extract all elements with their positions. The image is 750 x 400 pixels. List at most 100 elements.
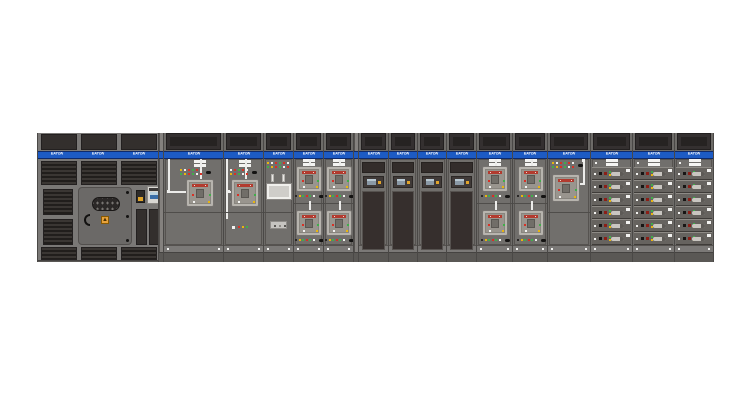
breaker-label-strip: [524, 171, 538, 174]
indicator-led: [333, 230, 335, 232]
mcc-section-1: EATON: [590, 133, 632, 262]
indicator-led: [568, 162, 570, 164]
indicator-led: [539, 224, 541, 226]
unit-reset-square: [688, 237, 691, 240]
unit-dot: [594, 186, 596, 188]
lineup-row: EATONEATONEATON▲EATONEATONEATONEATONEATO…: [37, 133, 715, 262]
label-mark: [304, 216, 305, 217]
switch-pill: [505, 195, 510, 198]
switch-pill: [206, 171, 211, 174]
breaker-substrip: [325, 194, 355, 199]
indicator-led: [287, 166, 289, 168]
rail-dot: [585, 248, 587, 250]
unit-dot: [636, 225, 638, 227]
indicator-led: [309, 239, 311, 241]
acb-breaker: [296, 166, 322, 192]
indicator-led: [267, 166, 269, 168]
indicator-led: [275, 162, 277, 164]
stack-section-1: EATON: [293, 133, 323, 262]
roof-vent: [635, 133, 672, 150]
breaker-substrip: [325, 238, 355, 243]
unit-handle-tip: [620, 172, 624, 176]
unit-handle-tip: [701, 211, 705, 215]
roof-vent: [81, 134, 117, 150]
indicator-led: [271, 166, 273, 168]
louver-vent: [41, 247, 77, 260]
unit-dot: [594, 199, 596, 201]
indicator-led: [284, 225, 286, 227]
indicator-led: [524, 224, 526, 226]
indicator-led: [302, 224, 304, 226]
unit-breaker-square: [683, 172, 686, 175]
bottom-rail: [264, 245, 293, 252]
amber-indicator: [466, 181, 469, 184]
vent-panel: [136, 209, 147, 245]
unit-reset-square: [604, 185, 607, 188]
indicator-led: [524, 239, 526, 241]
breaker-face: [299, 213, 319, 233]
indicator-led: [267, 162, 269, 164]
rail-dot: [507, 248, 509, 250]
indicator-led: [535, 239, 537, 241]
unit-reset-square: [646, 224, 649, 227]
breaker-face: [189, 182, 211, 204]
rail-dot: [297, 248, 299, 250]
indicator-led: [568, 166, 570, 168]
row-dot: [637, 162, 639, 164]
indicator-led: [295, 239, 297, 241]
unit-dot: [636, 199, 638, 201]
breaker-label-strip: [302, 215, 316, 218]
unit-handle-tip: [701, 237, 705, 241]
unit-dot: [678, 199, 680, 201]
indicator-led: [347, 180, 349, 182]
breaker-label-strip: [488, 215, 502, 218]
indicator-led: [316, 230, 318, 232]
plinth: [324, 252, 353, 262]
indicator-led: [517, 239, 519, 241]
frame-line: [224, 212, 263, 213]
roof-vent-inner: [230, 137, 257, 146]
mcc-bucket-row: [634, 193, 673, 206]
unit-dot: [636, 186, 638, 188]
brand-band: EATON: [418, 151, 446, 159]
unit-breaker-square: [599, 224, 602, 227]
bottom-rail: [224, 245, 263, 252]
rail-dot: [551, 248, 553, 250]
brand-logo: EATON: [272, 152, 284, 156]
indicator-led: [317, 180, 319, 182]
indicator-led: [188, 173, 190, 175]
plinth: [389, 252, 417, 262]
indicator-led: [303, 186, 305, 188]
indicator-led: [306, 239, 308, 241]
bottom-rail: [164, 245, 223, 252]
indicator-led: [346, 186, 348, 188]
unit-handle-tip: [620, 185, 624, 189]
indicator-led: [499, 195, 501, 197]
louver-vent: [81, 247, 117, 260]
louver-vent: [121, 247, 157, 260]
unit-tag: [707, 195, 711, 198]
unit-tag: [707, 169, 711, 172]
breaker-substrip: [295, 238, 325, 243]
unit-handle-tip: [662, 172, 666, 176]
bottom-rail: [633, 245, 674, 252]
display-vent: [392, 162, 414, 173]
brand-band: EATON: [675, 151, 713, 159]
indicator-led: [238, 173, 240, 175]
mcc-bucket-row: [676, 180, 712, 193]
unit-tag: [668, 221, 672, 224]
indicator-led: [489, 186, 491, 188]
unit-dot: [678, 173, 680, 175]
mcc-bucket-row: [676, 206, 712, 219]
blank-door: [362, 191, 385, 250]
breaker-label-strip: [192, 184, 208, 187]
louver-vent: [41, 161, 77, 185]
unit-handle-tip: [701, 224, 705, 228]
indicator-led: [332, 195, 334, 197]
indicator-led: [521, 195, 523, 197]
breaker-window: [491, 219, 499, 228]
roof-vent: [41, 134, 77, 150]
indicator-led: [343, 239, 345, 241]
display-vent: [450, 162, 473, 173]
roof-vent: [266, 133, 291, 150]
